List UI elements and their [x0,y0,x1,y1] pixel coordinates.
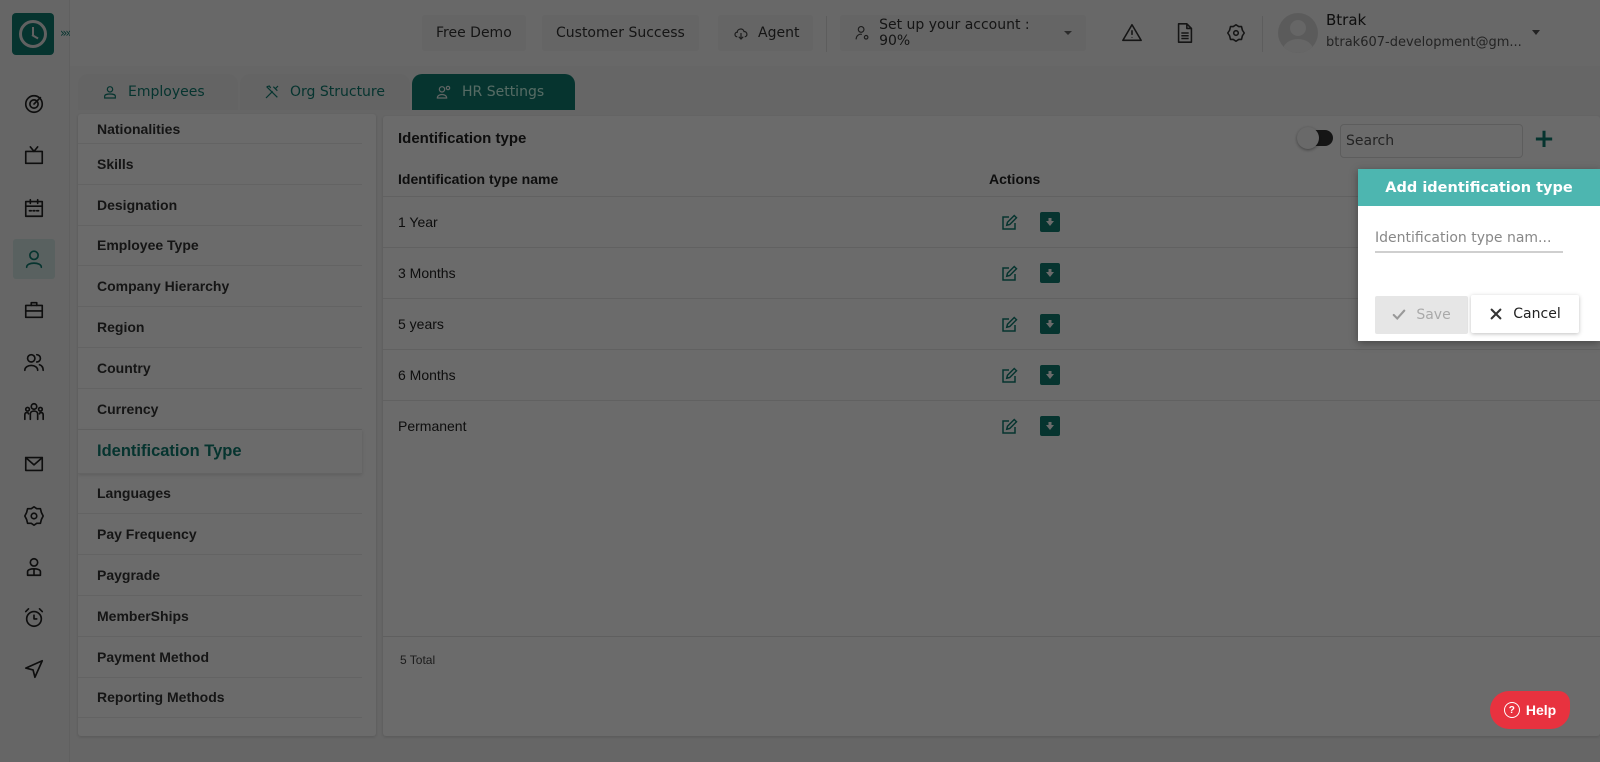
cancel-button[interactable]: Cancel [1471,295,1579,333]
save-button[interactable]: Save [1375,296,1468,334]
popover-title: Add identification type [1358,169,1600,206]
question-icon: ? [1503,702,1520,718]
save-label: Save [1416,307,1451,323]
modal-backdrop[interactable] [0,0,1600,762]
cancel-label: Cancel [1513,306,1561,322]
check-icon [1393,309,1406,321]
help-label: Help [1525,702,1557,718]
add-identification-type-popover: Add identification type Save Cancel [1358,169,1600,341]
identification-type-name-input[interactable] [1375,225,1563,253]
close-icon [1490,308,1502,320]
help-button[interactable]: ? Help [1490,691,1570,729]
